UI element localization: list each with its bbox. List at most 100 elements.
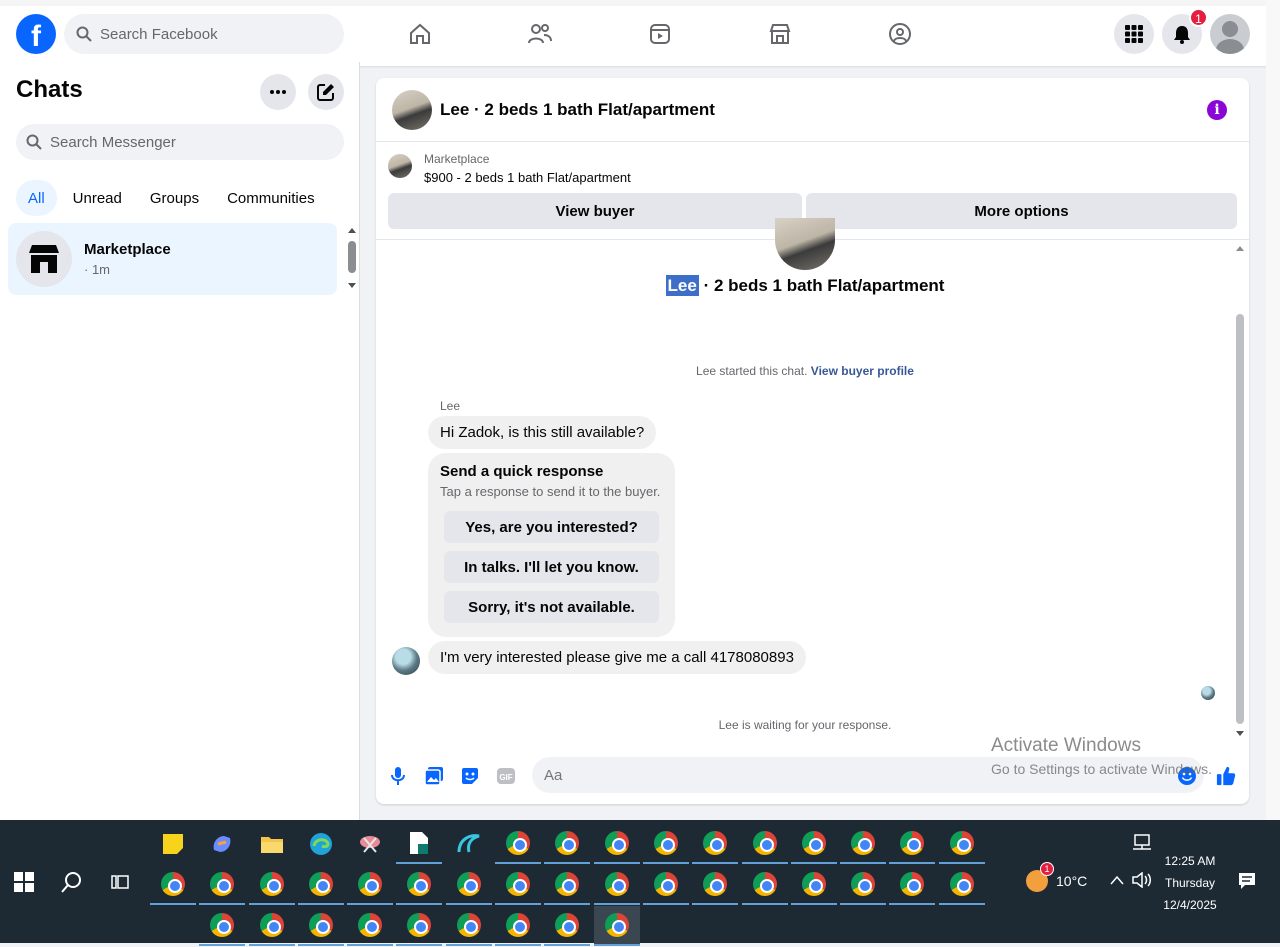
filter-unread[interactable]: Unread	[61, 180, 134, 216]
attach-media-button[interactable]	[424, 766, 444, 786]
chrome-window-6[interactable]	[741, 824, 788, 864]
page-scrollbar[interactable]	[1266, 0, 1280, 820]
chrome-window-24[interactable]	[790, 865, 837, 905]
sticker-button[interactable]	[460, 766, 480, 786]
chrome-window-34[interactable]	[495, 906, 542, 946]
system-clock[interactable]: 12:25 AM Thursday 12/4/2025	[1150, 850, 1230, 916]
chrome-window-3[interactable]	[593, 824, 640, 864]
chrome-window-18[interactable]	[495, 865, 542, 905]
chrome-window-19[interactable]	[544, 865, 591, 905]
groups-nav-button[interactable]	[840, 10, 960, 58]
view-buyer-button[interactable]: View buyer	[388, 193, 802, 229]
conversation-title[interactable]: Lee · 2 beds 1 bath Flat/apartment	[440, 100, 715, 120]
like-button[interactable]	[1216, 766, 1236, 786]
chrome-window-14[interactable]	[297, 865, 344, 905]
buyer-avatar[interactable]	[392, 647, 420, 675]
chrome-window-16[interactable]	[396, 865, 443, 905]
sticky-notes-app[interactable]	[150, 824, 196, 864]
chrome-window-12[interactable]	[199, 865, 246, 905]
weather-widget[interactable]: 1 10°C	[1026, 862, 1087, 892]
quick-response-not-available[interactable]: Sorry, it's not available.	[444, 591, 659, 623]
thread-scrollbar[interactable]	[1236, 314, 1244, 724]
chrome-window-1[interactable]	[495, 824, 542, 864]
quick-response-yes[interactable]: Yes, are you interested?	[444, 511, 659, 543]
task-view-icon[interactable]	[110, 872, 130, 892]
thread-scroll-up-arrow[interactable]	[1235, 244, 1245, 252]
chrome-window-33[interactable]	[445, 906, 492, 946]
chrome-window-8[interactable]	[840, 824, 887, 864]
quick-response-in-talks[interactable]: In talks. I'll let you know.	[444, 551, 659, 583]
edge-app[interactable]	[298, 824, 344, 864]
message-bubble-second[interactable]: I'm very interested please give me a cal…	[428, 641, 806, 674]
wave-app[interactable]	[446, 824, 492, 864]
chrome-window-28[interactable]	[199, 906, 246, 946]
network-icon[interactable]	[1132, 834, 1152, 850]
document-app[interactable]	[396, 824, 443, 864]
chrome-window-11[interactable]	[150, 865, 196, 905]
video-nav-button[interactable]	[600, 10, 720, 58]
chrome-window-13[interactable]	[248, 865, 295, 905]
chrome-icon	[851, 831, 876, 855]
chrome-window-20[interactable]	[593, 865, 640, 905]
chrome-icon	[604, 913, 629, 937]
filter-all[interactable]: All	[16, 180, 57, 216]
chrome-icon	[900, 831, 925, 855]
messenger-search-input[interactable]: Search Messenger	[16, 124, 344, 160]
notifications-button[interactable]: 1	[1162, 8, 1208, 54]
menu-button[interactable]	[1114, 14, 1154, 54]
marketplace-icon	[29, 245, 59, 273]
profile-avatar-button[interactable]	[1210, 14, 1250, 54]
chrome-window-5[interactable]	[692, 824, 739, 864]
chrome-window-25[interactable]	[840, 865, 887, 905]
chrome-window-29[interactable]	[248, 906, 295, 946]
volume-icon[interactable]	[1132, 872, 1152, 888]
chat-list-item-marketplace[interactable]: Marketplace · 1m	[8, 223, 337, 295]
chrome-window-31[interactable]	[347, 906, 394, 946]
facebook-search-input[interactable]: Search Facebook	[64, 14, 344, 54]
start-button[interactable]	[14, 872, 34, 892]
listing-price-title[interactable]: $900 - 2 beds 1 bath Flat/apartment	[424, 170, 631, 185]
new-message-button[interactable]	[308, 74, 344, 110]
chrome-window-32[interactable]	[396, 906, 443, 946]
chrome-window-23[interactable]	[741, 865, 788, 905]
chrome-window-30[interactable]	[297, 906, 344, 946]
chrome-icon	[752, 872, 777, 896]
chevron-up-icon[interactable]	[1110, 875, 1124, 885]
chrome-window-35[interactable]	[544, 906, 591, 946]
notification-center-icon[interactable]	[1238, 872, 1256, 890]
message-bubble-first[interactable]: Hi Zadok, is this still available?	[428, 416, 657, 449]
info-icon[interactable]: i	[1207, 100, 1227, 120]
chrome-window-7[interactable]	[790, 824, 837, 864]
home-nav-button[interactable]	[360, 10, 480, 58]
chrome-window-9[interactable]	[889, 824, 936, 864]
friends-nav-button[interactable]	[480, 10, 600, 58]
search-icon	[26, 134, 42, 150]
chrome-window-26[interactable]	[889, 865, 936, 905]
chrome-window-2[interactable]	[544, 824, 591, 864]
marketplace-nav-button[interactable]	[720, 10, 840, 58]
more-options-button[interactable]: More options	[806, 193, 1237, 229]
seen-indicator-avatar	[1201, 686, 1215, 700]
chrome-window-10[interactable]	[938, 824, 985, 864]
taskbar-search-icon[interactable]	[60, 870, 84, 894]
filter-groups[interactable]: Groups	[138, 180, 211, 216]
voice-clip-button[interactable]	[388, 766, 408, 786]
filter-communities[interactable]: Communities	[215, 180, 327, 216]
chrome-window-active[interactable]	[593, 906, 640, 946]
chrome-window-15[interactable]	[347, 865, 394, 905]
listing-thumbnail[interactable]	[392, 89, 432, 130]
view-buyer-profile-link[interactable]: View buyer profile	[811, 364, 914, 378]
chrome-window-27[interactable]	[938, 865, 985, 905]
snipping-tool-app[interactable]	[347, 824, 393, 864]
gif-button[interactable]: GIF	[496, 766, 516, 786]
facebook-logo[interactable]: f	[16, 14, 56, 54]
chats-scrollbar[interactable]	[347, 227, 357, 289]
chrome-window-22[interactable]	[692, 865, 739, 905]
chrome-window-21[interactable]	[642, 865, 689, 905]
chrome-window-4[interactable]	[642, 824, 689, 864]
copilot-app[interactable]	[199, 824, 245, 864]
file-explorer-app[interactable]	[249, 824, 295, 864]
chats-options-button[interactable]	[260, 74, 296, 110]
thread-scroll-down-arrow[interactable]	[1235, 730, 1245, 738]
chrome-window-17[interactable]	[445, 865, 492, 905]
